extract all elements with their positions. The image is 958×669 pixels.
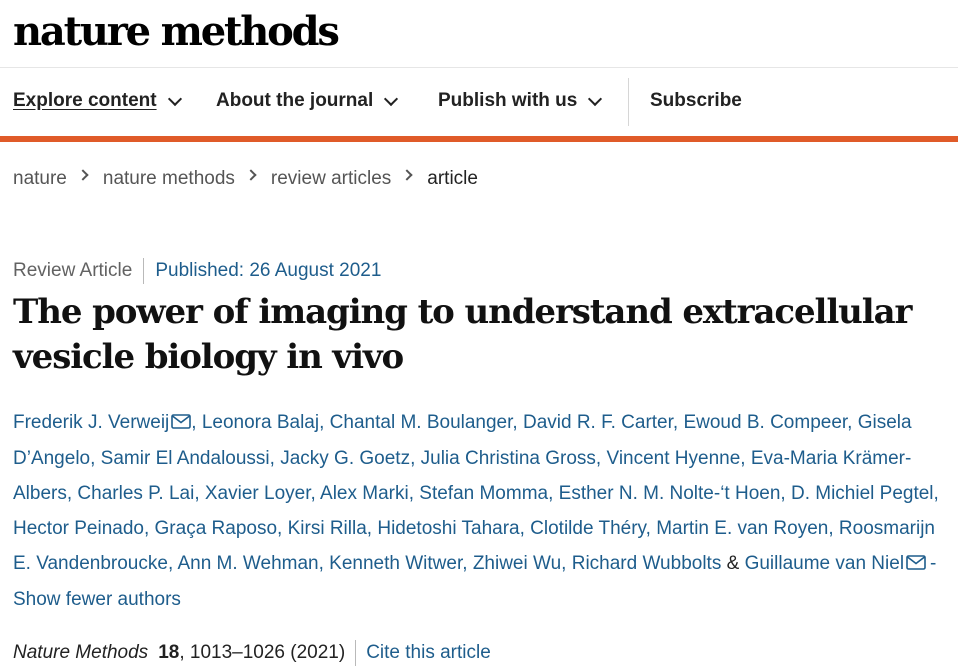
breadcrumb-nature-methods[interactable]: nature methods (103, 168, 235, 190)
breadcrumb-review-articles[interactable]: review articles (271, 168, 391, 190)
author-separator: , (410, 448, 421, 469)
author-separator: , (66, 483, 78, 504)
author-link[interactable]: Samir El Andaloussi (101, 448, 270, 469)
author-separator: , (645, 518, 657, 539)
author-link[interactable]: Esther N. M. Nolte-‘t Hoen (559, 483, 781, 504)
author-link[interactable]: Guillaume van Niel (745, 553, 904, 574)
article-meta: Review Article Published: 26 August 2021 (13, 258, 381, 284)
author-link[interactable]: Chantal M. Boulanger (330, 412, 513, 433)
author-link[interactable]: D. Michiel Pegtel (791, 483, 934, 504)
author-link[interactable]: Vincent Hyenne (606, 448, 740, 469)
author-list: Frederik J. Verweij, Leonora Balaj, Chan… (13, 405, 943, 617)
author-separator: , (269, 448, 281, 469)
author-separator: , (672, 412, 684, 433)
author-link[interactable]: Jacky G. Goetz (280, 448, 410, 469)
author-separator: , (740, 448, 751, 469)
breadcrumb-article: article (427, 168, 478, 189)
author-separator: , (561, 553, 572, 574)
nav-divider (628, 78, 629, 126)
author-link[interactable]: Ewoud B. Compeer (683, 412, 847, 433)
author-link[interactable]: Leonora Balaj (202, 412, 319, 433)
author-separator: , (780, 483, 791, 504)
chevron-right-icon (245, 169, 257, 181)
author-separator: , (318, 553, 330, 574)
subscribe-label: Subscribe (650, 90, 742, 111)
author-separator: , (191, 412, 202, 433)
author-separator: , (319, 412, 330, 433)
main-nav: Explore content About the journal Publis… (0, 68, 958, 142)
author-link[interactable]: Julia Christina Gross (421, 448, 596, 469)
article-type: Review Article (13, 258, 145, 284)
citation-divider (355, 640, 357, 666)
author-separator: , (828, 518, 839, 539)
author-separator: , (512, 412, 523, 433)
author-link[interactable]: Stefan Momma (419, 483, 548, 504)
author-link[interactable]: Clotilde Théry (530, 518, 645, 539)
citation: Nature Methods 18 , 1013–1026 (2021) Cit… (13, 640, 491, 666)
author-link[interactable]: Richard Wubbolts (572, 553, 722, 574)
author-link[interactable]: Charles P. Lai (77, 483, 194, 504)
author-separator: , (847, 412, 858, 433)
breadcrumb: nature nature methods review articles ar… (13, 168, 478, 190)
author-link[interactable]: Frederik J. Verweij (13, 412, 169, 433)
nav-about-journal[interactable]: About the journal (216, 90, 399, 112)
author-separator: , (408, 483, 420, 504)
author-separator: , (310, 483, 321, 504)
journal-name: Nature Methods (13, 642, 149, 663)
pages-year: , 1013–1026 (2021) (179, 642, 346, 663)
author-link[interactable]: Xavier Loyer (205, 483, 311, 504)
chevron-down-icon (588, 91, 603, 106)
nav-publish-with-us-label: Publish with us (438, 90, 578, 111)
author-link[interactable]: Hector Peinado (13, 518, 144, 539)
author-separator: , (194, 483, 205, 504)
nav-explore-content[interactable]: Explore content (13, 90, 182, 112)
author-link[interactable]: Graça Raposo (155, 518, 278, 539)
author-link[interactable]: Hidetoshi Tahara (377, 518, 519, 539)
nav-explore-content-label: Explore content (13, 90, 157, 111)
envelope-icon[interactable] (171, 406, 192, 441)
chevron-right-icon (77, 169, 89, 181)
masthead: nature methods (0, 0, 958, 68)
published-date: Published: 26 August 2021 (155, 260, 382, 281)
author-link[interactable]: Martin E. van Royen (656, 518, 828, 539)
author-separator: , (366, 518, 378, 539)
volume-number: 18 (158, 642, 180, 663)
author-separator: , (519, 518, 531, 539)
chevron-down-icon (384, 91, 399, 106)
nature-methods-logo[interactable]: nature methods (13, 6, 340, 58)
author-ampersand: & (726, 553, 740, 574)
chevron-down-icon (167, 91, 182, 106)
author-link[interactable]: Kirsi Rilla (288, 518, 367, 539)
chevron-right-icon (401, 169, 413, 181)
author-separator: , (595, 448, 607, 469)
author-link[interactable]: Zhiwei Wu (473, 553, 561, 574)
author-separator: , (143, 518, 155, 539)
article-title: The power of imaging to understand extra… (13, 292, 912, 377)
author-link[interactable]: David R. F. Carter (523, 412, 673, 433)
author-link[interactable]: Ann M. Wehman (177, 553, 318, 574)
author-separator: , (462, 553, 473, 574)
nav-about-journal-label: About the journal (216, 90, 374, 111)
author-link[interactable]: Kenneth Witwer (329, 553, 462, 574)
author-separator: , (548, 483, 559, 504)
author-separator: , (90, 448, 101, 469)
author-link[interactable]: Alex Marki (320, 483, 409, 504)
subscribe-link[interactable]: Subscribe (650, 90, 742, 112)
nav-publish-with-us[interactable]: Publish with us (438, 90, 603, 112)
author-separator: , (277, 518, 288, 539)
author-separator: , (933, 483, 939, 504)
cite-this-article-link[interactable]: Cite this article (366, 642, 491, 664)
breadcrumb-nature[interactable]: nature (13, 168, 67, 190)
envelope-icon[interactable] (906, 547, 926, 582)
